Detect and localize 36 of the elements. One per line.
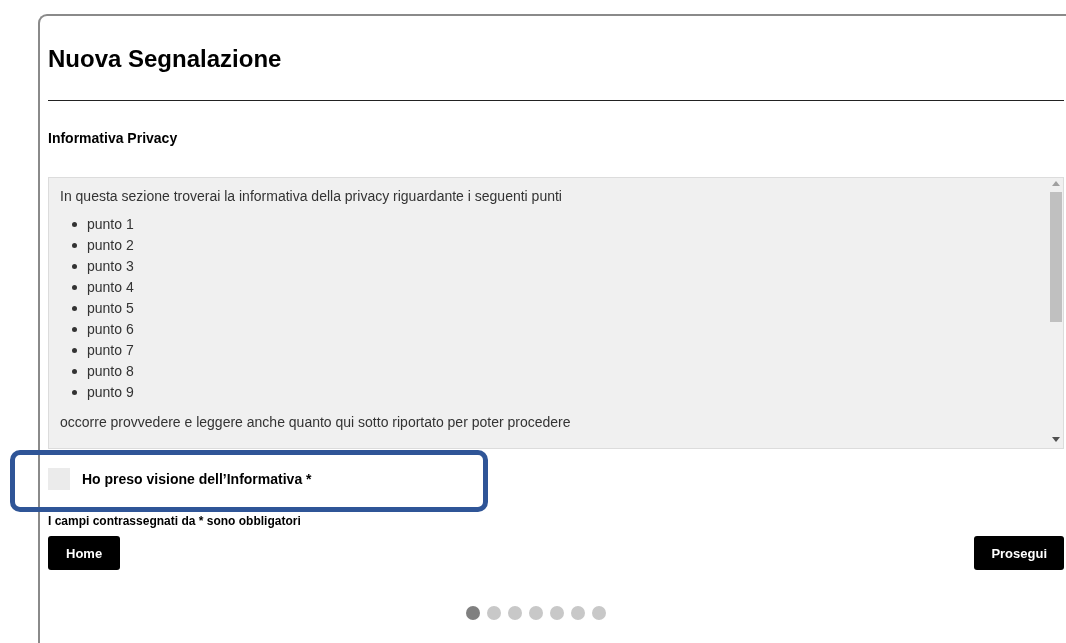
- step-dot[interactable]: [550, 606, 564, 620]
- bullet-icon: [72, 306, 77, 311]
- bullet-icon: [72, 390, 77, 395]
- scrollbar-thumb[interactable]: [1050, 192, 1062, 322]
- list-item: punto 8: [87, 362, 134, 381]
- bullet-icon: [72, 369, 77, 374]
- scroll-down-icon[interactable]: [1052, 437, 1060, 442]
- step-dot[interactable]: [529, 606, 543, 620]
- list-item: punto 9: [87, 383, 134, 402]
- list-item: punto 6: [87, 320, 134, 339]
- bullet-icon: [72, 327, 77, 332]
- list-item: punto 5: [87, 299, 134, 318]
- list-item: punto 3: [87, 257, 134, 276]
- step-dot[interactable]: [487, 606, 501, 620]
- scroll-up-icon[interactable]: [1052, 181, 1060, 186]
- list-item: punto 2: [87, 236, 134, 255]
- step-dot[interactable]: [508, 606, 522, 620]
- home-button[interactable]: Home: [48, 536, 121, 570]
- bullet-icon: [72, 222, 77, 227]
- step-dot[interactable]: [466, 606, 480, 620]
- bullet-icon: [72, 264, 77, 269]
- bullet-icon: [72, 243, 77, 248]
- step-dot[interactable]: [571, 606, 585, 620]
- privacy-intro: In questa sezione troverai la informativa della privacy riguardante i seguenti punti: [60, 187, 563, 205]
- section-title: Informativa Privacy: [48, 129, 179, 147]
- checkbox-label[interactable]: Ho preso visione dell’Informativa *: [82, 471, 312, 487]
- list-item: punto 4: [87, 278, 134, 297]
- page-title: Nuova Segnalazione: [48, 44, 283, 74]
- next-button[interactable]: Prosegui: [974, 536, 1064, 570]
- bullet-icon: [72, 348, 77, 353]
- list-item: punto 7: [87, 341, 134, 360]
- step-dot[interactable]: [592, 606, 606, 620]
- required-note: I campi contrassegnati da * sono obbligatori: [48, 514, 302, 528]
- privacy-outro: occorre provvedere e leggere anche quanto qui sotto riportato per poter procedere: [60, 413, 572, 431]
- bullet-icon: [72, 285, 77, 290]
- list-item: punto 1: [87, 215, 134, 234]
